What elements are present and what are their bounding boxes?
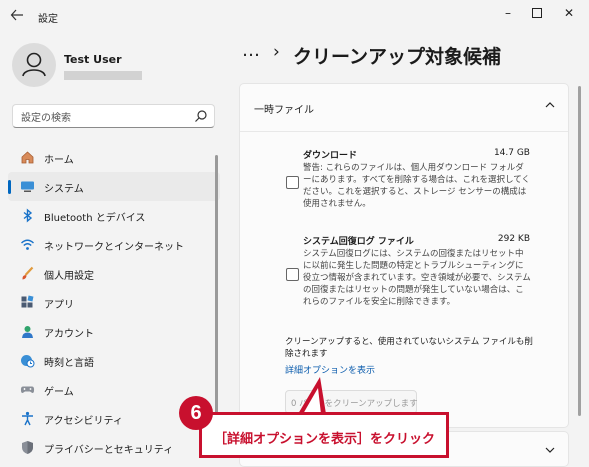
step-badge: 6 — [179, 396, 213, 430]
temp-files-header[interactable]: 一時ファイル — [240, 84, 568, 132]
page-title: クリーンアップ対象候補 — [293, 46, 502, 68]
sidebar-item-label: アカウント — [44, 329, 94, 340]
search-input[interactable]: 設定の検索 — [12, 104, 215, 128]
search-icon — [194, 109, 208, 123]
sidebar-item-label: Bluetooth とデバイス — [44, 213, 146, 224]
user-email-redacted — [64, 71, 142, 80]
sidebar-item-apps[interactable]: アプリ — [8, 288, 220, 317]
sidebar-item-bluetooth[interactable]: Bluetooth とデバイス — [8, 201, 220, 230]
breadcrumb-more-button[interactable]: … — [242, 40, 261, 61]
sidebar-item-accounts[interactable]: アカウント — [8, 317, 220, 346]
selection-indicator — [8, 180, 11, 194]
avatar[interactable] — [12, 43, 56, 87]
account-icon — [20, 324, 35, 339]
monitor-icon — [20, 179, 35, 194]
minimize-button[interactable]: – — [495, 4, 521, 22]
gamepad-icon — [20, 382, 35, 397]
downloads-checkbox[interactable] — [286, 176, 299, 189]
brush-icon — [20, 266, 35, 281]
recovery-logs-checkbox[interactable] — [286, 268, 299, 281]
sidebar-item-label: ネットワークとインターネット — [44, 242, 184, 253]
app-title: 設定 — [38, 14, 58, 25]
file-name: ダウンロード — [303, 151, 358, 161]
chevron-down-icon[interactable] — [544, 444, 556, 456]
sidebar-item-label: プライバシーとセキュリティ — [44, 445, 174, 456]
section-title: 一時ファイル — [254, 105, 314, 116]
maximize-button[interactable] — [524, 4, 550, 22]
cleanup-button-label: 0 バイトをクリーンアップします — [291, 399, 418, 409]
file-name: システム回復ログ ファイル — [303, 237, 414, 247]
sidebar-item-personalization[interactable]: 個人用設定 — [8, 259, 220, 288]
chevron-up-icon[interactable] — [544, 99, 556, 111]
home-icon — [20, 150, 35, 165]
sidebar-item-label: 個人用設定 — [44, 271, 94, 282]
file-size: 14.7 GB — [493, 148, 530, 158]
sidebar-item-label: システム — [44, 184, 84, 195]
sidebar-item-label: 時刻と言語 — [44, 358, 94, 369]
bluetooth-icon — [20, 208, 35, 223]
sidebar-item-label: ゲーム — [44, 387, 74, 398]
sidebar-item-label: ホーム — [44, 155, 74, 166]
advanced-options-link[interactable]: 詳細オプションを表示 — [285, 363, 375, 376]
annotation-text: ［詳細オプションを表示］をクリック — [214, 432, 436, 447]
file-description: 警告: これらのファイルは、個人用ダウンロード フォルダーにあります。すべてを削… — [303, 163, 531, 209]
temp-files-card: 一時ファイル ダウンロード 14.7 GB 警告: これらのファイルは、個人用ダ… — [239, 83, 569, 428]
sidebar-item-system[interactable]: システム — [8, 172, 220, 201]
sidebar-scrollbar[interactable] — [215, 155, 218, 455]
title-bar: 設定 – ✕ — [0, 0, 589, 34]
breadcrumb-separator: › — [273, 42, 280, 62]
sidebar-item-label: アクセシビリティ — [44, 416, 123, 427]
wifi-icon — [20, 237, 35, 252]
file-description: システム回復ログには、システムの回復またはリセット中に以前に発生した問題の特定と… — [303, 249, 531, 307]
cleanup-note: クリーンアップすると、使用されていないシステム ファイルも削除されます — [285, 337, 533, 359]
sidebar-item-home[interactable]: ホーム — [8, 143, 220, 172]
close-button[interactable]: ✕ — [556, 4, 582, 22]
accessibility-icon — [20, 411, 35, 426]
apps-icon — [20, 295, 35, 310]
shield-icon — [20, 440, 35, 455]
file-size: 292 KB — [497, 234, 530, 244]
user-name: Test User — [64, 53, 122, 66]
search-placeholder: 設定の検索 — [21, 113, 71, 124]
main-scrollbar[interactable] — [578, 86, 581, 416]
globe-clock-icon — [20, 353, 35, 368]
sidebar-item-label: アプリ — [44, 300, 74, 311]
sidebar-item-privacy[interactable]: プライバシーとセキュリティ — [8, 433, 220, 462]
annotation-callout: ［詳細オプションを表示］をクリック — [199, 412, 449, 458]
back-arrow-icon[interactable] — [10, 8, 26, 24]
cleanup-button[interactable]: 0 バイトをクリーンアップします — [285, 390, 418, 414]
sidebar-item-network[interactable]: ネットワークとインターネット — [8, 230, 220, 259]
sidebar-item-time-language[interactable]: 時刻と言語 — [8, 346, 220, 375]
